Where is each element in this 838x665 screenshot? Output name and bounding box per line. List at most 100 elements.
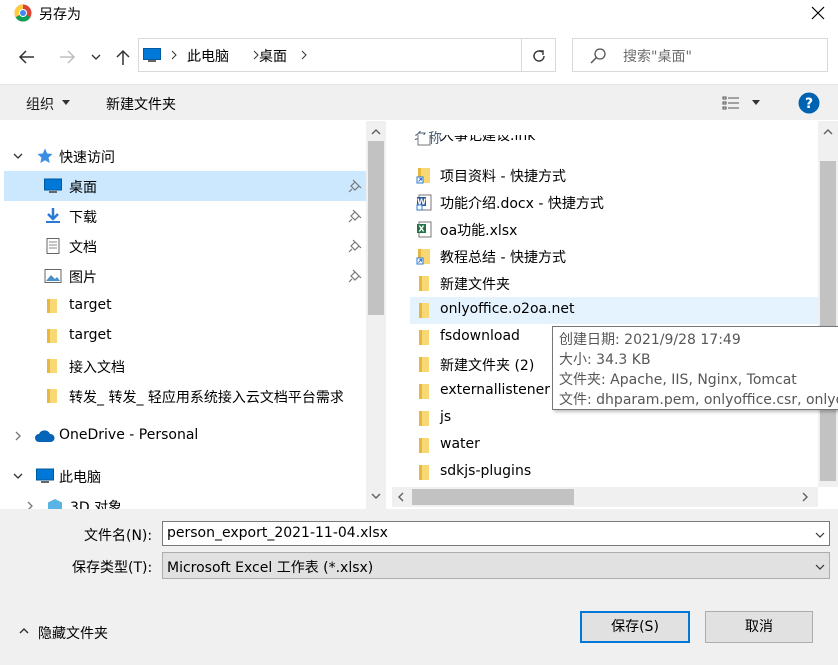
nav-item-forward-folder[interactable]: 转发_ 转发_ 轻应用系统接入云文档平台需求 — [4, 381, 366, 411]
scroll-up-icon[interactable] — [818, 125, 838, 139]
file-row[interactable]: sdkjs-plugins — [410, 459, 818, 486]
chevron-down-icon[interactable] — [12, 150, 24, 162]
tooltip-created: 创建日期: 2021/9/28 17:49 — [559, 332, 741, 348]
svg-text:X: X — [418, 225, 425, 234]
file-row[interactable]: onlyoffice.o2oa.net — [410, 297, 818, 324]
file-vertical-scrollbar[interactable] — [818, 121, 838, 487]
folder-icon — [419, 465, 429, 480]
filename-value[interactable]: person_export_2021-11-04.xlsx — [167, 525, 388, 541]
file-name: 大事记建设.lnk — [440, 135, 536, 144]
filetype-value[interactable]: Microsoft Excel 工作表 (*.xlsx) — [167, 557, 373, 577]
folder-icon — [47, 299, 57, 313]
nav-item-downloads[interactable]: 下载 — [4, 201, 366, 231]
nav-this-pc[interactable]: 此电脑 — [4, 461, 366, 491]
pin-icon[interactable] — [348, 209, 362, 223]
chevron-right-icon[interactable] — [12, 430, 24, 442]
scroll-left-icon[interactable] — [394, 490, 408, 504]
filename-label: 文件名(N): — [84, 528, 153, 544]
folder-icon — [419, 438, 429, 453]
organize-button[interactable]: 组织 — [26, 94, 54, 114]
caret-down-icon[interactable] — [62, 100, 70, 105]
up-arrow-icon[interactable] — [110, 44, 136, 70]
chevron-down-icon[interactable] — [86, 44, 106, 70]
file-row[interactable]: water — [410, 432, 818, 459]
cube-3d-icon — [48, 499, 62, 509]
nav-quick-access[interactable]: 快速访问 — [4, 141, 366, 171]
file-name: externallistener — [440, 382, 551, 398]
file-row[interactable]: 项目资料 - 快捷方式 — [410, 162, 818, 189]
chevron-right-icon[interactable] — [24, 500, 36, 509]
file-row[interactable]: 新建文件夹 — [410, 270, 818, 297]
save-button[interactable]: 保存(S) — [580, 611, 690, 643]
breadcrumb-chevron-icon[interactable] — [299, 45, 309, 65]
file-name: water — [440, 436, 480, 452]
search-icon — [590, 48, 606, 64]
cancel-button[interactable]: 取消 — [705, 611, 813, 643]
address-bar[interactable]: 此电脑 桌面 — [138, 38, 522, 72]
nav-vertical-scrollbar[interactable] — [366, 121, 386, 509]
folder-icon — [47, 389, 57, 403]
help-icon[interactable]: ? — [798, 92, 820, 114]
hide-folders-toggle[interactable]: 隐藏文件夹 — [38, 623, 108, 643]
nav-item-target[interactable]: target — [4, 291, 366, 321]
refresh-button[interactable] — [522, 38, 556, 72]
nav-3d-objects[interactable]: 3D 对象 — [4, 491, 366, 509]
back-arrow-icon[interactable] — [12, 44, 42, 70]
file-name: oa功能.xlsx — [440, 223, 518, 239]
forward-arrow-icon[interactable] — [52, 44, 82, 70]
close-icon[interactable] — [806, 2, 830, 24]
nav-label: target — [69, 327, 112, 343]
chevron-down-icon[interactable] — [12, 470, 24, 482]
file-horizontal-scrollbar[interactable] — [392, 487, 818, 507]
excel-icon: X — [417, 221, 432, 238]
navigation-pane: 快速访问 桌面 下载 文档 图片 target target 接入文档 转发_ … — [4, 121, 386, 509]
scroll-thumb[interactable] — [820, 161, 836, 481]
shortcut-icon — [417, 135, 431, 146]
desktop-icon — [44, 178, 62, 193]
file-name: js — [440, 409, 452, 425]
breadcrumb-this-pc[interactable]: 此电脑 — [187, 46, 229, 66]
command-bar: 组织 新建文件夹 ? — [0, 84, 838, 120]
caret-down-icon[interactable] — [752, 100, 760, 105]
scroll-up-icon[interactable] — [366, 125, 386, 139]
file-list: 名称 大事记建设.lnk 项目资料 - 快捷方式 W 功能介绍.docx - 快… — [386, 121, 818, 487]
file-name: 项目资料 - 快捷方式 — [440, 169, 566, 185]
nav-label: 快速访问 — [59, 150, 115, 166]
view-details-icon[interactable] — [720, 93, 742, 113]
pin-icon[interactable] — [348, 269, 362, 283]
nav-label: 此电脑 — [59, 470, 101, 486]
nav-item-pictures[interactable]: 图片 — [4, 261, 366, 291]
nav-item-target[interactable]: target — [4, 321, 366, 351]
file-row[interactable]: X oa功能.xlsx — [410, 216, 818, 243]
scroll-thumb[interactable] — [368, 141, 384, 315]
filetype-select[interactable]: Microsoft Excel 工作表 (*.xlsx) — [162, 552, 830, 579]
scroll-down-icon[interactable] — [366, 489, 386, 503]
new-folder-button[interactable]: 新建文件夹 — [106, 94, 176, 114]
file-row[interactable]: 大事记建设.lnk — [410, 135, 818, 151]
file-name: 新建文件夹 — [440, 277, 510, 293]
scroll-right-icon[interactable] — [798, 490, 812, 504]
file-row[interactable]: W 功能介绍.docx - 快捷方式 — [410, 189, 818, 216]
pin-icon[interactable] — [348, 239, 362, 253]
scroll-thumb[interactable] — [412, 489, 574, 505]
nav-item-desktop[interactable]: 桌面 — [4, 171, 366, 201]
svg-text:?: ? — [805, 96, 813, 112]
breadcrumb-desktop[interactable]: 桌面 — [259, 46, 287, 66]
download-icon — [46, 208, 60, 223]
chevron-up-icon[interactable] — [18, 627, 30, 635]
nav-item-access-docs[interactable]: 接入文档 — [4, 351, 366, 381]
nav-onedrive[interactable]: OneDrive - Personal — [4, 421, 366, 451]
search-input[interactable]: 搜索"桌面" — [623, 46, 692, 66]
chevron-down-icon[interactable] — [815, 532, 825, 538]
file-row[interactable]: 教程总结 - 快捷方式 — [410, 243, 818, 270]
nav-label: 转发_ 转发_ 轻应用系统接入云文档平台需求 — [69, 390, 344, 406]
tooltip-folders: 文件夹: Apache, IIS, Nginx, Tomcat — [559, 372, 797, 388]
filename-field[interactable]: person_export_2021-11-04.xlsx — [162, 521, 830, 546]
pin-icon[interactable] — [348, 179, 362, 193]
file-name: 功能介绍.docx - 快捷方式 — [440, 196, 604, 212]
chevron-down-icon[interactable] — [815, 564, 825, 570]
nav-item-documents[interactable]: 文档 — [4, 231, 366, 261]
tooltip-files: 文件: dhparam.pem, onlyoffice.csr, onlyoff… — [559, 392, 838, 408]
breadcrumb-chevron-icon[interactable] — [169, 45, 179, 65]
search-box[interactable]: 搜索"桌面" — [572, 38, 828, 72]
